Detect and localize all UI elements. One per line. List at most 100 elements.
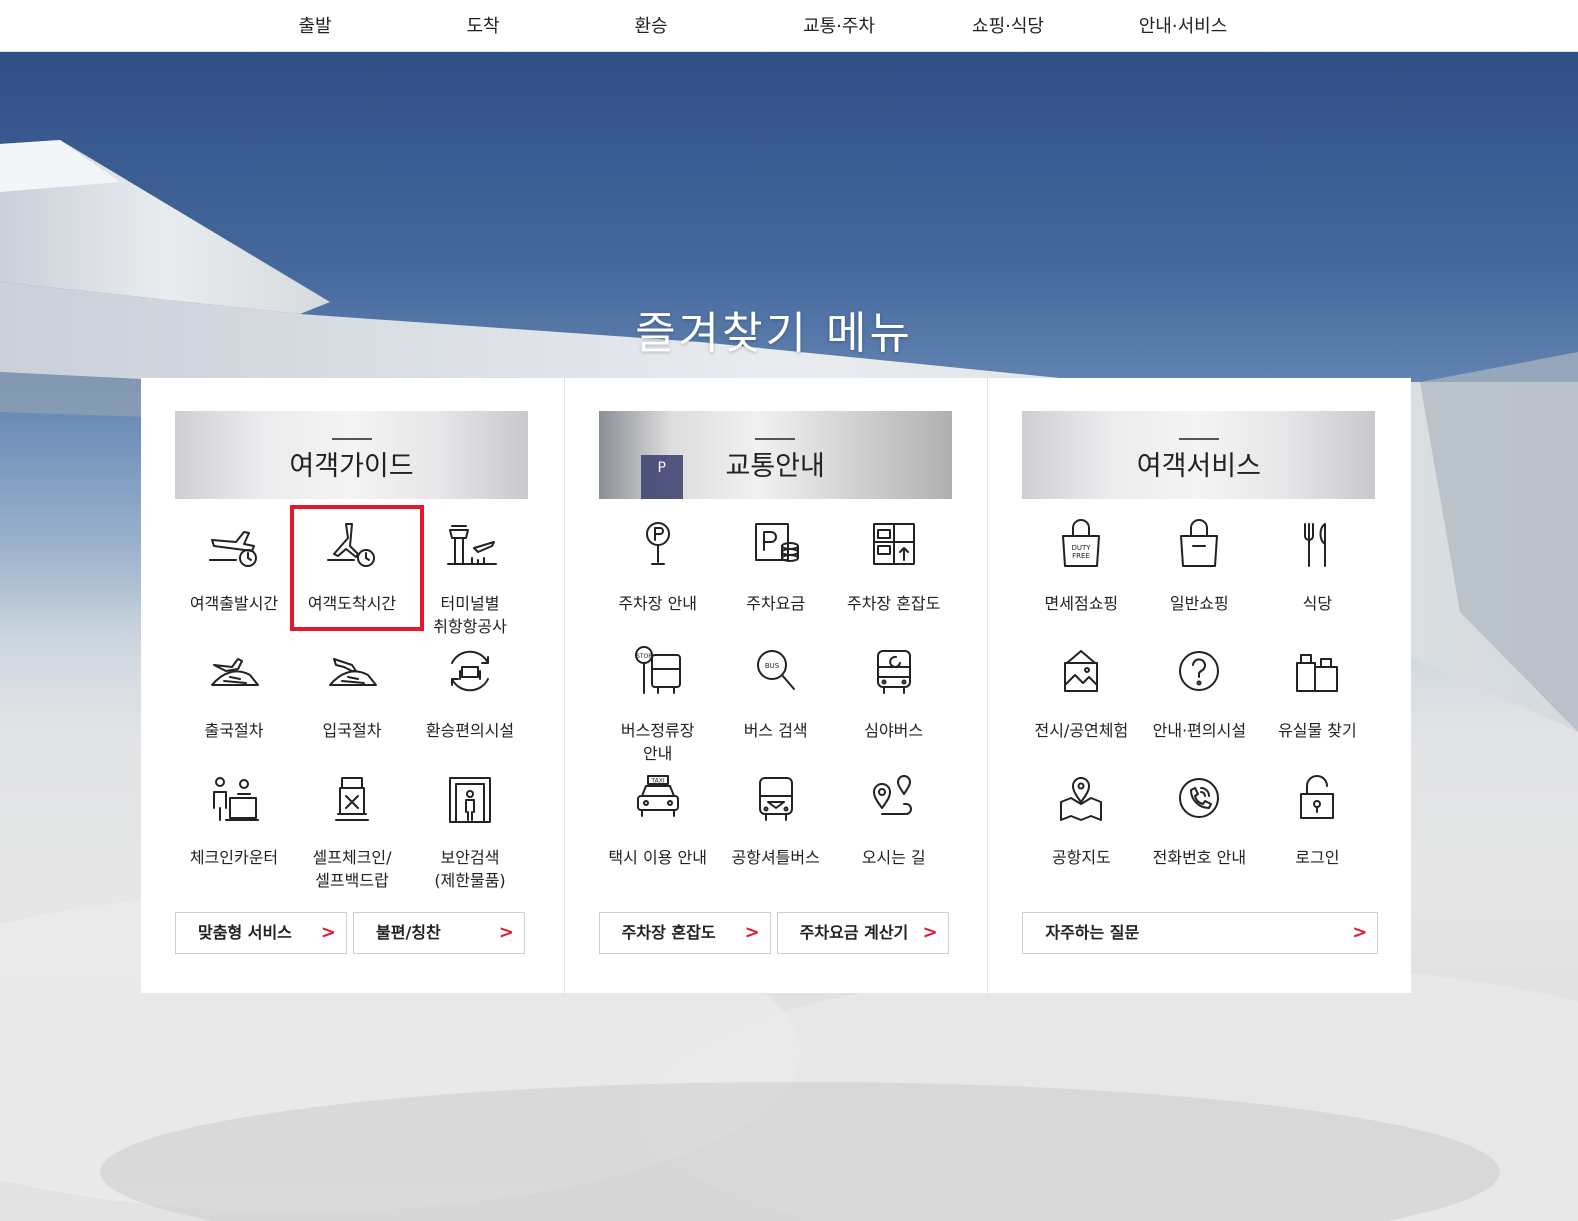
- map-icon: [1060, 777, 1103, 821]
- menu-item-bus-search[interactable]: BUS 버스 검색: [717, 645, 835, 742]
- menu-item-info-facility[interactable]: 안내·편의시설: [1140, 645, 1258, 742]
- duty-text: DUTY: [1072, 544, 1092, 552]
- button-label: 주차장 혼잡도: [621, 923, 716, 942]
- section-header-transportation: P 교통안내: [598, 411, 952, 499]
- menu-item-label: 체크인카운터: [189, 848, 279, 867]
- menu-item-label: 환승편의시설: [425, 721, 515, 740]
- menu-item-arrival-time[interactable]: 여객도착시간: [290, 505, 424, 631]
- section-title: 여객가이드: [289, 451, 414, 482]
- button-label: 맞춤형 서비스: [198, 923, 292, 942]
- shuttle-bus-icon: [758, 777, 793, 821]
- menu-item-arrival-procedure[interactable]: 입국절차: [293, 645, 411, 742]
- nav-arrival[interactable]: 도착: [466, 12, 499, 38]
- menu-item-label: 입국절차: [322, 721, 382, 740]
- menu-item-directions[interactable]: 오시는 길: [835, 772, 953, 869]
- menu-item-parking-fee[interactable]: 주차요금: [717, 518, 835, 615]
- transportation-column: P 교통안내 주차장 안내 주차요금 주차장 혼잡도 STOP 버스정류장 안내…: [565, 378, 989, 993]
- menu-item-label: 전화번호 안내: [1152, 848, 1247, 867]
- menu-item-duty-free[interactable]: DUTY FREE 면세점쇼핑: [1022, 518, 1140, 615]
- self-checkin-icon: [335, 777, 369, 821]
- menu-item-label: 여객도착시간: [307, 594, 397, 613]
- taxi-sign-text: TAXI: [650, 778, 664, 785]
- taxi-icon: TAXI: [636, 775, 679, 817]
- faq-button[interactable]: 자주하는 질문 >: [1022, 912, 1379, 954]
- menu-item-restaurant[interactable]: 식당: [1258, 518, 1376, 615]
- duty-free-bag-icon: DUTY FREE: [1062, 519, 1101, 567]
- menu-item-label: 출국절차: [204, 721, 264, 740]
- bus-stop-icon: STOP: [634, 646, 681, 694]
- favorites-panel: 여객가이드 여객출발시간 여객도착시간 터미널별 취항항공사 출국절차 입국절차…: [141, 378, 1411, 993]
- parking-congestion-button[interactable]: 주차장 혼잡도 >: [598, 912, 771, 954]
- bus-text: BUS: [764, 662, 779, 670]
- parking-congestion-icon: [872, 523, 915, 565]
- nav-transfer[interactable]: 환승: [634, 12, 667, 38]
- custom-service-button[interactable]: 맞춤형 서비스 >: [175, 912, 347, 954]
- complaint-praise-button[interactable]: 불편/칭찬 >: [353, 912, 525, 954]
- nav-shopping-dining[interactable]: 쇼핑·식당: [972, 12, 1044, 38]
- question-icon: [1179, 651, 1220, 691]
- menu-item-checkin-counter[interactable]: 체크인카운터: [175, 772, 293, 869]
- transfer-facility-icon: [451, 650, 489, 692]
- menu-item-exhibition[interactable]: 전시/공연체험: [1022, 645, 1140, 742]
- header-divider: [331, 438, 372, 440]
- menu-item-label: 일반쇼핑: [1169, 594, 1229, 613]
- menu-item-label: 공항지도: [1051, 848, 1111, 867]
- free-text: FREE: [1072, 552, 1090, 560]
- menu-item-security-check[interactable]: 보안검색 (제한물품): [411, 772, 529, 892]
- arrival-clock-icon: [327, 523, 375, 567]
- menu-item-label: 버스 검색: [743, 721, 808, 740]
- section-title: 여객서비스: [1136, 451, 1261, 482]
- chevron-right-icon: >: [744, 922, 760, 943]
- chevron-right-icon: >: [498, 922, 514, 943]
- exhibition-icon: [1064, 650, 1099, 692]
- menu-item-shuttle-bus[interactable]: 공항셔틀버스: [717, 772, 835, 869]
- menu-item-label: 셀프체크인/ 셀프백드랍: [312, 848, 392, 890]
- menu-item-transfer-facility[interactable]: 환승편의시설: [411, 645, 529, 742]
- menu-item-terminal-airlines[interactable]: 터미널별 취항항공사: [411, 518, 529, 638]
- quick-buttons: 주차장 혼잡도 > 주차요금 계산기 >: [598, 912, 954, 954]
- button-label: 자주하는 질문: [1045, 923, 1140, 942]
- parking-fee-icon: [754, 523, 799, 562]
- menu-item-label: 택시 이용 안내: [608, 848, 707, 867]
- phone-icon: [1179, 778, 1220, 818]
- menu-item-label: 식당: [1302, 594, 1333, 613]
- menu-item-night-bus[interactable]: 심야버스: [835, 645, 953, 742]
- menu-item-departure-time[interactable]: 여객출발시간: [175, 518, 293, 615]
- menu-item-label: 터미널별 취항항공사: [433, 594, 507, 636]
- bus-search-icon: BUS: [756, 650, 795, 690]
- security-gate-icon: [449, 777, 491, 823]
- menu-item-airport-map[interactable]: 공항지도: [1022, 772, 1140, 869]
- button-label: 주차요금 계산기: [799, 923, 909, 942]
- menu-item-parking-congestion[interactable]: 주차장 혼잡도: [835, 518, 953, 615]
- menu-item-departure-procedure[interactable]: 출국절차: [175, 645, 293, 742]
- menu-item-lost-found[interactable]: 유실물 찾기: [1258, 645, 1376, 742]
- menu-item-bus-stop[interactable]: STOP 버스정류장 안내: [599, 645, 717, 765]
- chevron-right-icon: >: [922, 922, 938, 943]
- top-navigation: 출발 도착 환승 교통·주차 쇼핑·식당 안내·서비스: [0, 0, 1578, 52]
- menu-item-parking-info[interactable]: 주차장 안내: [599, 518, 717, 615]
- nav-transport-parking[interactable]: 교통·주차: [803, 12, 875, 38]
- shopping-bag-icon: [1180, 519, 1219, 567]
- menu-item-label: 면세점쇼핑: [1044, 594, 1119, 613]
- menu-item-login[interactable]: 로그인: [1258, 772, 1376, 869]
- menu-item-label: 심야버스: [864, 721, 924, 740]
- directions-icon: [872, 775, 912, 815]
- menu-item-shopping[interactable]: 일반쇼핑: [1140, 518, 1258, 615]
- section-title: 교통안내: [725, 451, 825, 482]
- parking-pin-icon: [645, 522, 670, 565]
- menu-item-label: 주차장 혼잡도: [846, 594, 941, 613]
- night-bus-icon: [876, 650, 911, 694]
- checkin-counter-icon: [213, 777, 259, 821]
- stop-sign-text: STOP: [636, 653, 652, 660]
- nav-info-service[interactable]: 안내·서비스: [1139, 12, 1228, 38]
- section-header-passenger-guide: 여객가이드: [175, 411, 528, 499]
- menu-item-taxi[interactable]: TAXI 택시 이용 안내: [599, 772, 717, 869]
- lost-luggage-icon: [1296, 654, 1339, 692]
- menu-item-label: 오시는 길: [861, 848, 926, 867]
- menu-item-label: 여객출발시간: [189, 594, 279, 613]
- nav-departure[interactable]: 출발: [298, 12, 331, 38]
- menu-item-self-checkin[interactable]: 셀프체크인/ 셀프백드랍: [293, 772, 411, 892]
- menu-item-phone-directory[interactable]: 전화번호 안내: [1140, 772, 1258, 869]
- menu-item-label: 보안검색 (제한물품): [434, 848, 506, 890]
- parking-fee-calculator-button[interactable]: 주차요금 계산기 >: [776, 912, 949, 954]
